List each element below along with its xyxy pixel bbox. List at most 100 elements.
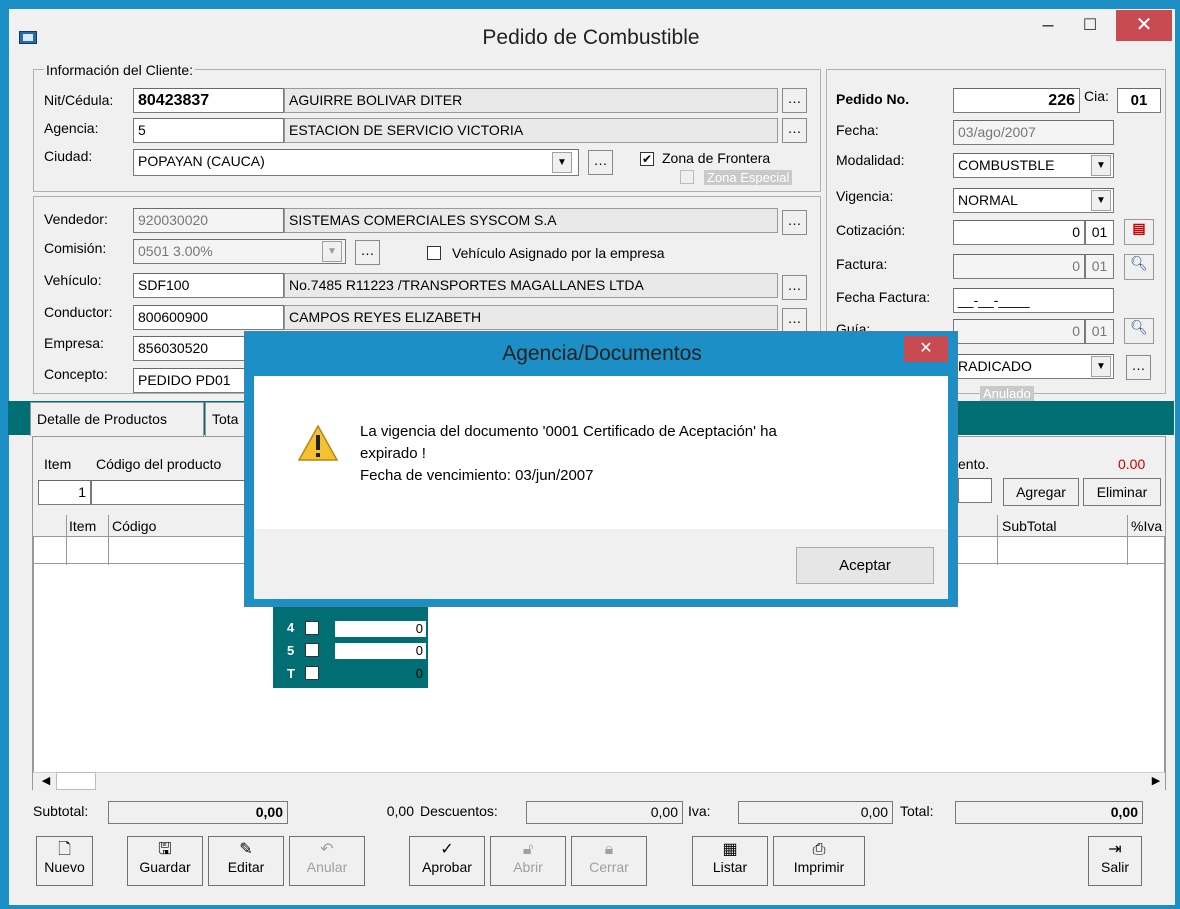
dialog-close-button[interactable]: ✕ [904, 336, 948, 362]
vehiculo-field[interactable]: SDF100 [133, 273, 284, 298]
agregar-button[interactable]: Agregar [1003, 478, 1079, 506]
descuentos-field: 0,00 [526, 801, 683, 824]
conductor-lookup-button[interactable]: … [782, 308, 807, 333]
descuentos-label: Descuentos: [420, 803, 498, 819]
concepto-label: Concepto: [44, 366, 108, 382]
vehiculo-lookup-button[interactable]: … [782, 275, 807, 300]
maximize-button[interactable]: ☐ [1075, 11, 1105, 40]
descuento-header: ento. [958, 456, 990, 472]
listar-button[interactable]: ▦ Listar [692, 836, 768, 886]
vendedor-field[interactable]: 920030020 [133, 208, 284, 233]
grid-col-subtotal: SubTotal [1002, 518, 1057, 534]
conductor-field[interactable]: 800600900 [133, 305, 284, 330]
mini-grid-value[interactable]: 0 [335, 621, 426, 637]
agencia-name-field: ESTACION DE SERVICIO VICTORIA [284, 118, 778, 143]
dialog-message-line1: La vigencia del documento '0001 Certific… [360, 423, 777, 440]
eliminar-button[interactable]: Eliminar [1083, 478, 1161, 506]
tab-detalle-productos[interactable]: Detalle de Productos [30, 402, 204, 436]
cerrar-button[interactable]: 🔒︎ Cerrar [571, 836, 647, 886]
anular-button[interactable]: ↶ Anular [289, 836, 365, 886]
dialog-title: Agencia/Documentos [502, 342, 702, 365]
empresa-label: Empresa: [44, 335, 104, 351]
comision-dropdown-icon[interactable]: ▼ [322, 241, 342, 262]
dialog-body: La vigencia del documento '0001 Certific… [254, 376, 948, 599]
factura-label: Factura: [836, 256, 888, 272]
ciudad-lookup-button[interactable]: … [588, 150, 613, 175]
aceptar-button[interactable]: Aceptar [796, 547, 934, 584]
agencia-lookup-button[interactable]: … [782, 118, 807, 143]
abrir-button[interactable]: 🔓︎ Abrir [490, 836, 566, 886]
nit-label: Nit/Cédula: [44, 92, 114, 108]
guia-cia-field[interactable]: 01 [1085, 319, 1114, 344]
ciudad-dropdown-icon[interactable]: ▼ [552, 152, 572, 173]
fecha-factura-label: Fecha Factura: [836, 289, 931, 305]
ciudad-select[interactable]: POPAYAN (CAUCA) [133, 149, 579, 176]
scroll-left-icon[interactable]: ◀ [38, 774, 54, 790]
guia-search-icon[interactable]: 🔍︎ [1124, 318, 1154, 344]
fecha-factura-field[interactable]: __-__-____ [953, 288, 1114, 313]
vehiculo-asignado-checkbox[interactable] [427, 246, 441, 260]
editar-button[interactable]: ✎ Editar [208, 836, 284, 886]
scroll-right-icon[interactable]: ▶ [1148, 774, 1164, 790]
vigencia-label: Vigencia: [836, 188, 894, 204]
comision-select[interactable]: 0501 3.00% [133, 239, 346, 264]
cotizacion-cia-field[interactable]: 01 [1085, 220, 1114, 245]
codigo-field[interactable] [91, 480, 251, 505]
cotizacion-doc-icon[interactable]: ▤ [1124, 219, 1154, 245]
factura-search-icon[interactable]: 🔍︎ [1124, 254, 1154, 280]
close-window-button[interactable]: ✕ [1116, 10, 1172, 41]
guia-field[interactable]: 0 [953, 319, 1085, 344]
cia-field[interactable]: 01 [1117, 88, 1161, 113]
lock-icon: 🔒︎ [604, 841, 614, 858]
descuento-field[interactable] [958, 478, 992, 503]
mini-grid-checkbox[interactable] [305, 643, 319, 657]
agencia-field[interactable]: 5 [133, 118, 284, 143]
factura-cia-field[interactable]: 01 [1085, 254, 1114, 279]
nit-lookup-button[interactable]: … [782, 88, 807, 113]
cotizacion-field[interactable]: 0 [953, 220, 1085, 245]
vehiculo-label: Vehículo: [44, 272, 102, 288]
estado-lookup-button[interactable]: … [1126, 355, 1151, 380]
comision-lookup-button[interactable]: … [355, 240, 380, 265]
vigencia-select[interactable]: NORMAL [953, 188, 1114, 213]
zona-especial-label: Zona Especial [704, 170, 793, 185]
estado-dropdown-icon[interactable]: ▼ [1091, 356, 1111, 377]
ciudad-label: Ciudad: [44, 148, 93, 164]
mini-grid-checkbox[interactable] [305, 621, 319, 635]
warning-icon [297, 424, 339, 461]
iva-label: Iva: [688, 803, 711, 819]
printer-icon: ⎙ [812, 841, 826, 858]
vendedor-lookup-button[interactable]: … [782, 210, 807, 235]
guardar-button[interactable]: 🖫 Guardar [127, 836, 203, 886]
fecha-field[interactable]: 03/ago/2007 [953, 120, 1114, 145]
modalidad-select[interactable]: COMBUSTBLE [953, 153, 1114, 178]
aprobar-button[interactable]: ✓ Aprobar [409, 836, 485, 886]
imprimir-button[interactable]: ⎙ Imprimir [773, 836, 865, 886]
factura-field[interactable]: 0 [953, 254, 1085, 279]
modalidad-dropdown-icon[interactable]: ▼ [1091, 155, 1111, 176]
zona-frontera-checkbox[interactable]: ✔ [640, 152, 654, 166]
salir-button[interactable]: ⇥ Salir [1088, 836, 1142, 886]
conductor-label: Conductor: [44, 304, 113, 320]
item-field[interactable]: 1 [38, 480, 91, 505]
cotizacion-label: Cotización: [836, 222, 906, 238]
minimize-button[interactable]: – [1033, 11, 1063, 40]
horizontal-scrollbar[interactable] [33, 772, 1165, 791]
mini-grid-value[interactable]: 0 [335, 643, 426, 659]
mini-grid-label: T [287, 666, 295, 681]
item-header: Item [44, 456, 72, 472]
nit-name-field: AGUIRRE BOLIVAR DITER [284, 88, 778, 113]
vigencia-dropdown-icon[interactable]: ▼ [1091, 190, 1111, 211]
mini-grid-checkbox[interactable] [305, 666, 319, 680]
nuevo-button[interactable]: 🗋 Nuevo [36, 836, 93, 886]
vendedor-label: Vendedor: [44, 211, 108, 227]
grid-col-divider [66, 515, 67, 565]
nit-field[interactable]: 80423837 [133, 88, 284, 113]
pedido-field[interactable]: 226 [953, 88, 1080, 113]
estado-select[interactable]: RADICADO [953, 354, 1114, 379]
approve-icon: ✓ [440, 841, 454, 858]
total-label: Total: [900, 803, 934, 819]
scroll-thumb[interactable] [56, 772, 96, 790]
mini-grid-value: 0 [415, 666, 423, 681]
grid-col-divider [108, 515, 109, 565]
